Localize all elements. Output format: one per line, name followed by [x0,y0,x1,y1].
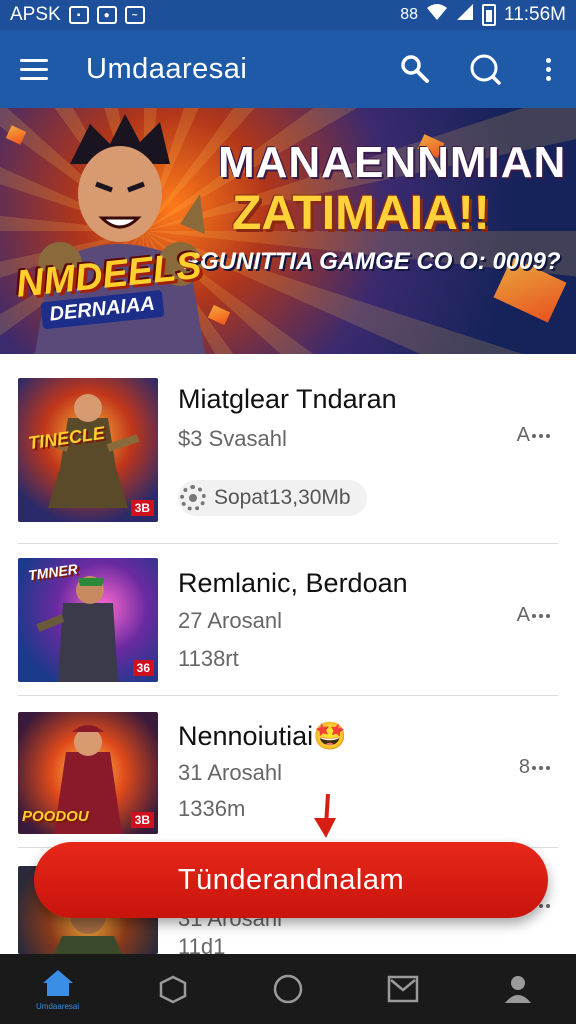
banner-headline: MANAENNMIAN [218,138,567,187]
circle-icon [273,974,303,1004]
nav-inbox[interactable] [346,954,461,1024]
wifi-icon [426,3,448,27]
size-chip[interactable]: Sopat13,30Mb [178,480,367,516]
notification-photo-icon: ▪ [68,6,89,24]
notification-camera-icon: ● [96,6,117,24]
item-title: Nennoiutiai🤩 [178,720,347,752]
cube-icon [159,975,187,1004]
status-right: 88 11:56M [400,3,566,27]
person-icon [505,976,532,1003]
more-dots-icon [532,765,550,770]
item-subtitle: $3 Svasahl [178,426,287,451]
notification-image-icon: ~ [124,6,145,24]
item-right-label: A [516,604,530,626]
mail-icon [387,975,419,1003]
item-right-label: A [516,424,530,446]
app-title: Umdaaresai [86,52,248,85]
pointer-arrow-icon [314,793,336,838]
item-meta: 1138rt [178,646,239,671]
signal-icon [456,3,474,27]
thumbnail-text: POODOU [22,808,89,825]
item-title-text: Nennoiutiai [178,721,314,751]
more-dots-icon [532,433,550,438]
primary-action-button[interactable]: Tünderandnalam [34,842,548,918]
more-dots-icon [532,613,550,618]
age-rating-badge: 3B [130,500,154,516]
item-subtitle: 27 Arosanl [178,608,282,633]
home-icon [42,969,73,996]
list-item[interactable]: POODOU 3B Nennoiutiai🤩 31 Arosahl 1336m … [18,696,558,848]
game-thumbnail: POODOU 3B [18,712,158,834]
item-more-button[interactable]: A [517,604,550,627]
banner-headline-accent: ZATIMAIA!! [232,187,490,240]
nav-games[interactable] [115,954,230,1024]
status-bar: APSK ▪ ● ~ 88 11:56M [0,0,576,30]
nav-home[interactable]: Umdaaresai [0,954,115,1024]
app-bar: Umdaaresai [0,30,576,108]
status-left: APSK ▪ ● ~ [10,4,145,26]
item-more-button[interactable]: A [517,424,550,447]
vibrate-icon: 88 [400,6,419,23]
carrier-label: APSK [10,4,61,25]
app-bar-actions [380,30,576,108]
item-title: Miatglear Tndaran [178,384,397,414]
promo-banner[interactable]: MANAENNMIAN ZATIMAIA!! PGUNITTIA GAMGE C… [0,108,576,354]
list-item[interactable]: TMNER 36 Remlanic, Berdoan 27 Arosanl 11… [18,544,558,696]
item-more-button[interactable]: 8 [519,756,550,779]
age-rating-badge: 3B [130,812,154,828]
age-rating-badge: 36 [132,660,154,676]
clock: 11:56M [504,4,566,25]
size-chip-label: Sopat13,30Mb [214,486,351,509]
list-item[interactable]: TINECLE 3B Miatglear Tndaran $3 Svasahl … [18,354,558,544]
search-icon[interactable] [380,30,450,108]
item-subtitle: 31 Arosahl [178,760,282,785]
discover-search-icon[interactable] [450,30,520,108]
more-options-icon[interactable] [520,30,576,108]
item-title: Remlanic, Berdoan [178,568,408,598]
nav-discover[interactable] [230,954,345,1024]
nav-home-label: Umdaaresai [36,1001,80,1011]
gear-icon [180,485,206,511]
nav-profile[interactable] [461,954,576,1024]
banner-subtitle: PGUNITTIA GAMGE CO O: 0009? [184,248,561,275]
hamburger-menu-icon[interactable] [0,30,68,108]
battery-icon [482,4,497,26]
item-right-label: 8 [518,756,530,778]
game-thumbnail: TMNER 36 [18,558,158,682]
item-title-emoji: 🤩 [313,721,347,751]
item-meta: 1336m [178,796,246,821]
game-thumbnail: TINECLE 3B [18,378,158,522]
bottom-navigation: Umdaaresai [0,954,576,1024]
